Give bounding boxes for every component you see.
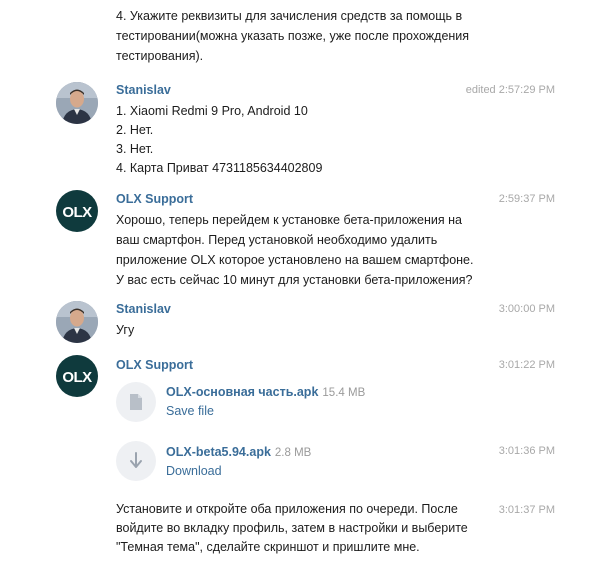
user-photo-icon <box>56 301 98 343</box>
olx-support-avatar[interactable]: OLX <box>56 190 98 232</box>
message-text-line: Установите и откройте оба приложения по … <box>116 502 458 516</box>
message-timestamp: 3:00:00 PM <box>498 303 555 315</box>
message-text-line: 3. Нет. <box>116 142 154 156</box>
message-timestamp: 3:01:37 PM <box>498 504 555 516</box>
file-name-text: OLX-основная часть.apk <box>166 385 319 399</box>
olx-logo-icon: OLX <box>62 204 92 221</box>
stanislav-avatar[interactable] <box>56 82 98 124</box>
olx-support-avatar[interactable]: OLX <box>56 355 98 397</box>
message-text-line: войдите во вкладку профиль, затем в наст… <box>116 521 468 535</box>
message-text-line: У вас есть сейчас 10 минут для установки… <box>116 273 473 287</box>
message-text-line: тестирования). <box>116 49 204 63</box>
sender-name[interactable]: Stanislav <box>116 81 171 99</box>
user-photo-icon <box>56 82 98 124</box>
message-text-line: "Темная тема", сделайте скриншот и пришл… <box>116 540 420 554</box>
sender-name[interactable]: OLX Support <box>116 356 193 374</box>
message-text-line: ваш смартфон. Перед установкой необходим… <box>116 233 438 247</box>
document-icon <box>130 394 142 410</box>
file-size: 15.4 MB <box>322 387 366 399</box>
svg-text:OLX: OLX <box>62 369 92 386</box>
stanislav-avatar[interactable] <box>56 301 98 343</box>
message-text-line: 4. Карта Приват 4731185634402809 <box>116 161 323 175</box>
file-name[interactable]: OLX-основная часть.apk 15.4 MB <box>166 383 365 402</box>
file-size: 2.8 MB <box>274 447 312 459</box>
message-text-line: приложение OLX которое установлено на ва… <box>116 253 474 267</box>
download-link[interactable]: Download <box>166 462 222 480</box>
olx-logo-icon: OLX <box>62 369 92 386</box>
message-text-line: 2. Нет. <box>116 123 154 137</box>
message-text-line: Хорошо, теперь перейдем к установке бета… <box>116 213 462 227</box>
download-file-icon[interactable] <box>116 441 156 481</box>
sender-name[interactable]: OLX Support <box>116 190 193 208</box>
sender-name[interactable]: Stanislav <box>116 300 171 318</box>
svg-text:OLX: OLX <box>62 204 92 221</box>
message-timestamp: 3:01:36 PM <box>498 445 555 457</box>
download-arrow-icon <box>130 452 142 468</box>
file-name[interactable]: OLX-beta5.94.apk 2.8 MB <box>166 443 311 462</box>
file-icon[interactable] <box>116 382 156 422</box>
save-file-link[interactable]: Save file <box>166 402 214 420</box>
message-timestamp: 3:01:22 PM <box>498 359 555 371</box>
message-timestamp: 2:59:37 PM <box>498 193 555 205</box>
file-name-text: OLX-beta5.94.apk <box>166 445 271 459</box>
message-text-line: тестировании(можна указать позже, уже по… <box>116 29 470 43</box>
chat-history[interactable]: 4. Укажите реквизиты для зачисления сред… <box>0 0 591 562</box>
message-text-line: 1. Xiaomi Redmi 9 Pro, Android 10 <box>116 104 308 118</box>
message-timestamp: edited 2:57:29 PM <box>465 84 555 96</box>
message-text-line: 4. Укажите реквизиты для зачисления сред… <box>116 9 463 23</box>
message-text-line: Угу <box>116 323 135 337</box>
